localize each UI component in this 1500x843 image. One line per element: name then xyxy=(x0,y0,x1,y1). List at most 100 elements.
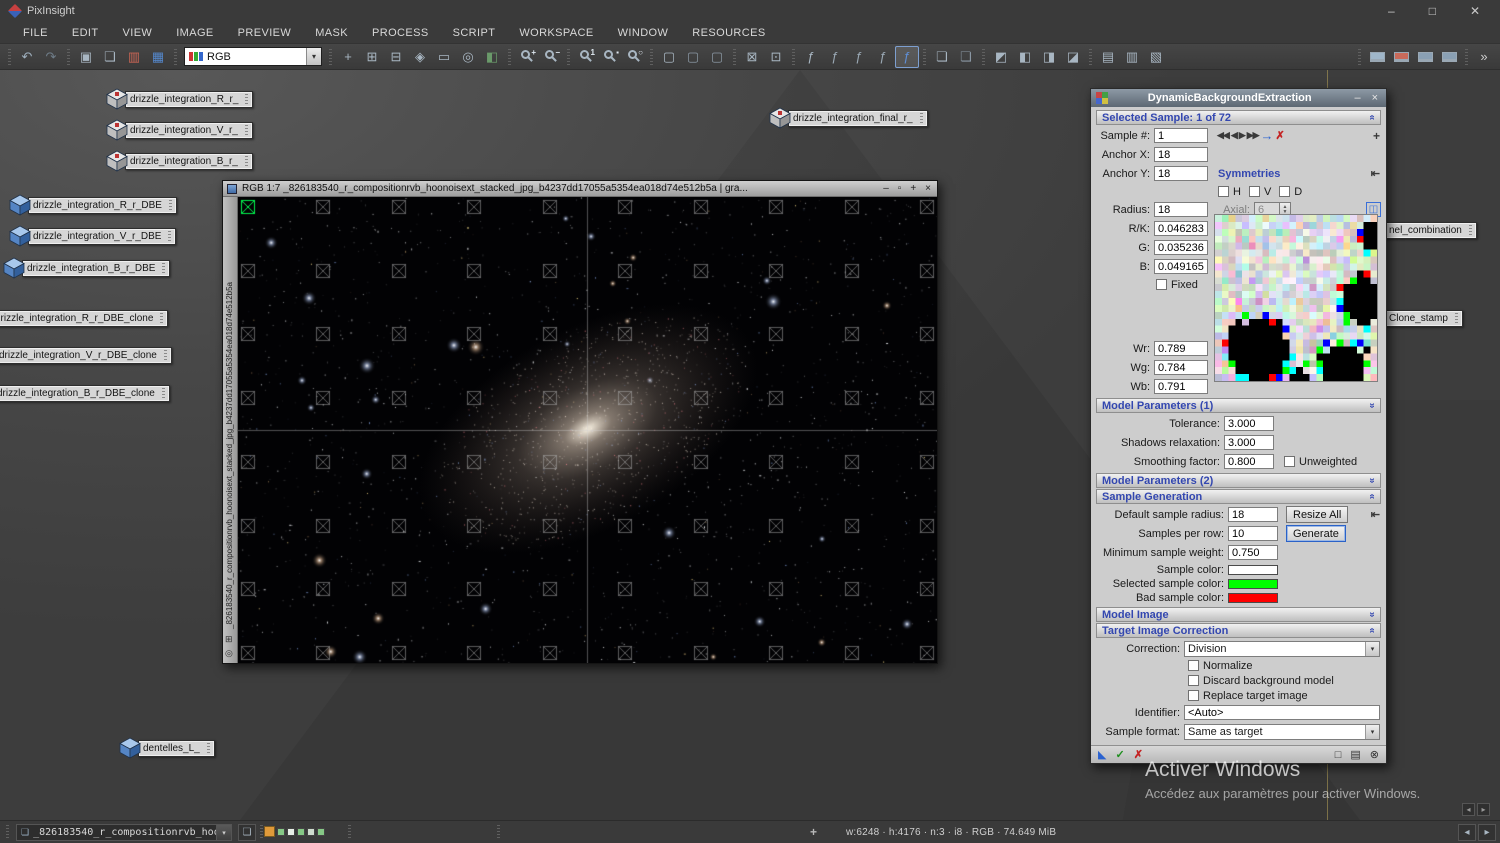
save-image-icon[interactable]: ❏ xyxy=(98,46,122,68)
process-icon-2[interactable]: ƒ xyxy=(823,46,847,68)
section-model-image[interactable]: Model Image » xyxy=(1096,607,1381,622)
mask-invert-icon[interactable]: ◨ xyxy=(1037,46,1061,68)
mask-show-icon[interactable]: ◧ xyxy=(1013,46,1037,68)
execute-icon[interactable]: ✓ xyxy=(1115,748,1124,762)
last-sample-icon[interactable]: ▶▶ xyxy=(1246,130,1260,141)
tolerance-input[interactable] xyxy=(1224,416,1274,431)
correction-dropdown[interactable]: Division ▾ xyxy=(1184,641,1380,657)
expand-icon[interactable]: » xyxy=(1367,478,1378,484)
fixed-checkbox[interactable] xyxy=(1156,279,1167,290)
process-icon-1[interactable]: ƒ xyxy=(799,46,823,68)
new-image-icon[interactable]: ▣ xyxy=(74,46,98,68)
collapse-icon[interactable]: » xyxy=(1367,403,1378,409)
collapse-icon[interactable]: » xyxy=(1367,494,1378,500)
menu-process[interactable]: PROCESS xyxy=(361,24,440,42)
unweighted-checkbox[interactable] xyxy=(1284,456,1295,467)
menu-window[interactable]: WINDOW xyxy=(607,24,680,42)
zoom-out-icon[interactable]: − xyxy=(539,46,563,68)
view-mode-button[interactable]: ❏ xyxy=(238,824,256,841)
delete-preview-icon[interactable]: ▢ xyxy=(705,46,729,68)
dbe-title-bar[interactable]: DynamicBackgroundExtraction – × xyxy=(1091,89,1386,107)
menu-mask[interactable]: MASK xyxy=(304,24,359,42)
minimize-button[interactable]: – xyxy=(1388,4,1395,18)
panel-bottom-icon[interactable]: ▧ xyxy=(1144,46,1168,68)
workspace-main-icon[interactable] xyxy=(1365,46,1389,68)
minimum-sample-weight-input[interactable] xyxy=(1228,545,1278,560)
resize-grip[interactable] xyxy=(245,125,248,135)
expand-window-icon[interactable]: ⊞ xyxy=(360,46,384,68)
default-sample-radius-input[interactable] xyxy=(1228,507,1278,522)
zoom-in-icon[interactable]: + xyxy=(515,46,539,68)
mask-indicator[interactable] xyxy=(264,826,325,837)
wr-input[interactable] xyxy=(1154,341,1208,356)
wg-input[interactable] xyxy=(1154,360,1208,375)
sample-format-dropdown[interactable]: Same as target ▾ xyxy=(1184,724,1380,740)
generate-button[interactable]: Generate xyxy=(1286,525,1346,542)
dynamic-crop-icon[interactable]: ⊡ xyxy=(764,46,788,68)
sample-color-swatch[interactable] xyxy=(1228,565,1278,575)
shrink-window-icon[interactable]: ⊟ xyxy=(384,46,408,68)
menu-file[interactable]: FILE xyxy=(12,24,59,42)
shadows-relaxation-input[interactable] xyxy=(1224,435,1274,450)
goto-sample-icon[interactable]: → xyxy=(1260,128,1275,143)
resize-grip[interactable] xyxy=(160,313,163,323)
symmetry-d-checkbox[interactable] xyxy=(1279,186,1290,197)
resize-grip[interactable] xyxy=(162,263,165,273)
menu-preview[interactable]: PREVIEW xyxy=(227,24,303,42)
dbe-iconize-button[interactable]: – xyxy=(1351,92,1363,104)
window-fit-button[interactable]: ▫ xyxy=(898,184,902,194)
readout-mode-icon[interactable]: ◎ xyxy=(456,46,480,68)
iconized-window-clone-stamp[interactable]: Clone_stamp xyxy=(1388,306,1463,330)
undo-icon[interactable]: ↶ xyxy=(15,46,39,68)
selection-indicator-icon[interactable]: ⊞ xyxy=(225,634,233,645)
section-selected-sample[interactable]: Selected Sample: 1 of 72 » xyxy=(1096,110,1381,125)
resize-grip[interactable] xyxy=(207,743,210,753)
color-management-icon[interactable]: ▦ xyxy=(146,46,170,68)
samples-per-row-input[interactable] xyxy=(1228,526,1278,541)
image-canvas[interactable] xyxy=(238,197,937,663)
iconized-window-final[interactable]: drizzle_integration_final_r_ xyxy=(768,106,928,130)
iconized-window-dbe-v[interactable]: drizzle_integration_V_r_DBE xyxy=(8,224,176,248)
iconized-window-drizzle-b[interactable]: drizzle_integration_B_r_ xyxy=(105,149,253,173)
symmetry-h-checkbox[interactable] xyxy=(1218,186,1229,197)
new-preview-icon[interactable]: ▢ xyxy=(657,46,681,68)
resize-all-button[interactable]: Resize All xyxy=(1286,506,1348,523)
workspace[interactable]: drizzle_integration_R_r_ drizzle_integra… xyxy=(0,70,1500,820)
menu-workspace[interactable]: WORKSPACE xyxy=(508,24,604,42)
normalize-checkbox[interactable] xyxy=(1188,660,1199,671)
new-container-icon[interactable]: ❏ xyxy=(954,46,978,68)
reset-icon[interactable]: ⊗ xyxy=(1370,748,1379,762)
process-console-icon[interactable] xyxy=(1389,46,1413,68)
window-close-button[interactable]: × xyxy=(925,184,931,194)
restore-button[interactable]: □ xyxy=(1429,4,1436,18)
resize-grip[interactable] xyxy=(168,231,171,241)
drag-instance-icon[interactable]: ◣ xyxy=(1098,748,1106,762)
section-model-parameters-2[interactable]: Model Parameters (2) » xyxy=(1096,473,1381,488)
sample-num-input[interactable] xyxy=(1154,128,1208,143)
menu-script[interactable]: SCRIPT xyxy=(442,24,507,42)
scroll-left-icon[interactable]: ◂ xyxy=(1462,803,1475,816)
dropdown-arrow-icon[interactable]: ▾ xyxy=(216,825,231,840)
menu-edit[interactable]: EDIT xyxy=(61,24,110,42)
zoom-1-1-icon[interactable]: 1 xyxy=(574,46,598,68)
image-container-icon[interactable]: ❏ xyxy=(930,46,954,68)
selected-sample-color-swatch[interactable] xyxy=(1228,579,1278,589)
next-sample-icon[interactable]: ▶ xyxy=(1238,130,1246,141)
iconized-window-dentelles[interactable]: dentelles_L_ xyxy=(118,736,215,760)
g-input[interactable] xyxy=(1154,240,1208,255)
menu-resources[interactable]: RESOURCES xyxy=(681,24,776,42)
view-selector[interactable]: ❏ _826183540_r_compositionrvb_hoo ▾ xyxy=(16,824,232,841)
iconized-window-dbe-b[interactable]: drizzle_integration_B_r_DBE xyxy=(2,256,170,280)
edit-preview-icon[interactable]: ▢ xyxy=(681,46,705,68)
zoom-optimal-icon[interactable]: ○ xyxy=(622,46,646,68)
section-sample-generation[interactable]: Sample Generation » xyxy=(1096,489,1381,504)
mask-select-icon[interactable]: ◩ xyxy=(989,46,1013,68)
redo-icon[interactable]: ↷ xyxy=(39,46,63,68)
iconized-window-dbe-r-clone[interactable]: drizzle_integration_R_r_DBE_clone xyxy=(0,306,168,330)
expand-icon[interactable]: » xyxy=(1367,612,1378,618)
workspace-2-icon[interactable] xyxy=(1413,46,1437,68)
bad-sample-color-swatch[interactable] xyxy=(1228,593,1278,603)
window-side-strip[interactable]: _826183540_r_compositionrvb_hoonoisext_s… xyxy=(223,197,238,663)
image-window-title-bar[interactable]: RGB 1:7 _826183540_r_compositionrvb_hoon… xyxy=(223,181,937,197)
iconized-window-dbe-v-clone[interactable]: drizzle_integration_V_r_DBE_clone xyxy=(0,343,172,367)
